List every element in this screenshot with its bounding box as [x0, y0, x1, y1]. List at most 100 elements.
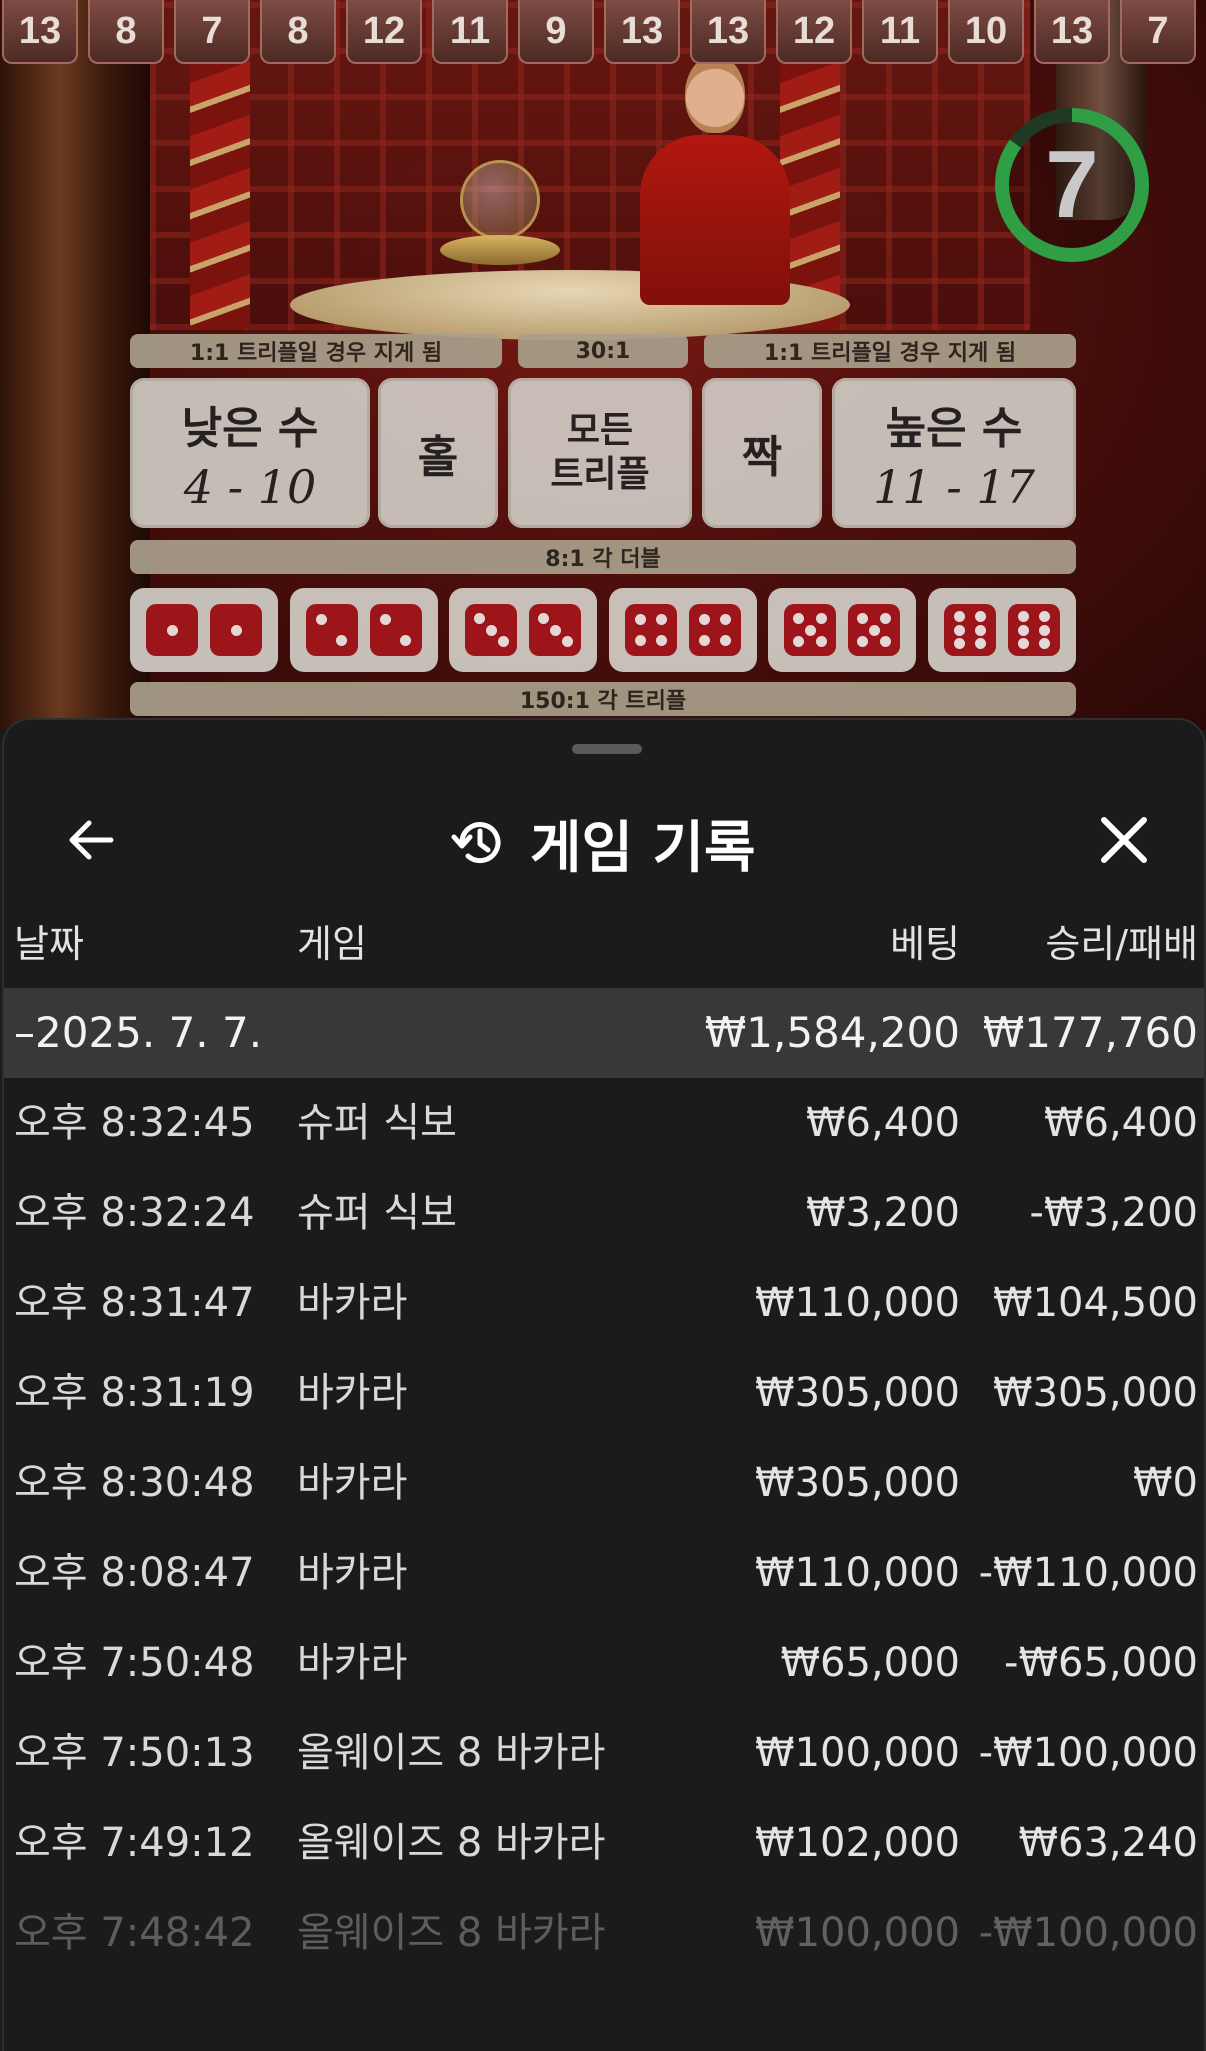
countdown-timer: 7 [992, 105, 1152, 265]
history-result-tile: 9 [518, 0, 594, 64]
row-win-loss: -₩110,000 [978, 1550, 1198, 1596]
row-bet: ₩110,000 [755, 1550, 960, 1596]
row-bet: ₩110,000 [755, 1280, 960, 1326]
row-game: 바카라 [297, 1550, 408, 1596]
history-result-tile: 11 [432, 0, 508, 64]
row-win-loss: ₩0 [1133, 1460, 1198, 1506]
die-face-6-icon [1008, 604, 1060, 656]
sheet-title-group: 게임 기록 [450, 798, 756, 888]
row-time: 오후 8:32:45 [14, 1100, 255, 1146]
payout-triples: 150:1 각 트리플 [130, 682, 1076, 716]
row-win-loss: ₩63,240 [1018, 1820, 1198, 1866]
die-face-5-icon [784, 604, 837, 656]
sheet-title: 게임 기록 [530, 815, 756, 881]
date-group-label: –2025. 7. 7. [14, 1008, 263, 1057]
payout-doubles: 8:1 각 더블 [130, 540, 1076, 574]
history-result-tile: 13 [604, 0, 680, 64]
history-result-tile: 13 [1034, 0, 1110, 64]
close-icon [1101, 817, 1147, 863]
die-face-3-icon [465, 604, 518, 656]
history-result-tile: 7 [1120, 0, 1196, 64]
dice-shaker [440, 120, 560, 280]
table-row[interactable]: 오후 7:50:48 바카라 ₩65,000 -₩65,000 [4, 1618, 1204, 1708]
history-result-tile: 11 [862, 0, 938, 64]
bet-high-range: 11 - 17 [873, 460, 1035, 514]
row-game: 바카라 [297, 1280, 408, 1326]
bet-double-4[interactable] [608, 588, 757, 672]
row-time: 오후 7:49:12 [14, 1820, 255, 1866]
bet-even-label: 짝 [741, 432, 783, 483]
history-result-tile: 10 [948, 0, 1024, 64]
bet-odd-label: 홀 [417, 432, 459, 483]
sheet-header: 게임 기록 [4, 760, 1204, 910]
row-game: 바카라 [297, 1370, 408, 1416]
history-rows: 오후 8:32:45 슈퍼 식보 ₩6,400 ₩6,400 오후 8:32:24 슈퍼 … [4, 1078, 1204, 1978]
table-row[interactable]: 오후 8:32:45 슈퍼 식보 ₩6,400 ₩6,400 [4, 1078, 1204, 1168]
history-table: 날짜 게임 베팅 승리/패배 –2025. 7. 7. ₩1,584,200 ₩… [4, 900, 1204, 1978]
bet-any-triple[interactable]: 모든 트리플 [508, 378, 692, 528]
history-result-tile: 8 [88, 0, 164, 64]
bet-any-triple-line2: 트리플 [550, 454, 650, 495]
table-row[interactable]: 오후 8:32:24 슈퍼 식보 ₩3,200 -₩3,200 [4, 1168, 1204, 1258]
bet-low-range: 4 - 10 [183, 460, 317, 514]
bet-double-2[interactable] [289, 588, 438, 672]
die-face-2-icon [369, 604, 422, 656]
bet-even[interactable]: 짝 [702, 378, 822, 528]
die-face-5-icon [848, 604, 901, 656]
table-row[interactable]: 오후 8:30:48 바카라 ₩305,000 ₩0 [4, 1438, 1204, 1528]
bet-any-triple-line1: 모든 [566, 410, 634, 451]
date-group-row[interactable]: –2025. 7. 7. ₩1,584,200 ₩177,760 [4, 988, 1204, 1078]
row-bet: ₩100,000 [755, 1910, 960, 1956]
bet-double-6[interactable] [928, 588, 1076, 672]
bet-double-5[interactable] [768, 588, 917, 672]
row-time: 오후 8:32:24 [14, 1190, 255, 1236]
die-face-1-icon [210, 604, 262, 656]
date-group-win-total: ₩177,760 [982, 1008, 1198, 1057]
row-win-loss: ₩305,000 [993, 1370, 1198, 1416]
table-row[interactable]: 오후 8:31:19 바카라 ₩305,000 ₩305,000 [4, 1348, 1204, 1438]
column-header-bet: 베팅 [890, 922, 960, 966]
row-bet: ₩65,000 [780, 1640, 960, 1686]
history-clock-icon [451, 822, 501, 864]
die-face-6-icon [944, 604, 996, 656]
column-header-game: 게임 [297, 922, 367, 966]
row-win-loss: -₩100,000 [978, 1730, 1198, 1776]
row-game: 올웨이즈 8 바카라 [297, 1910, 606, 1956]
row-time: 오후 7:48:42 [14, 1910, 255, 1956]
drag-handle[interactable] [572, 744, 642, 754]
table-row[interactable]: 오후 7:48:42 올웨이즈 8 바카라 ₩100,000 -₩100,000 [4, 1888, 1204, 1978]
bet-odd[interactable]: 홀 [378, 378, 498, 528]
payout-note-low: 1:1 트리플일 경우 지게 됨 [130, 334, 502, 368]
row-time: 오후 8:30:48 [14, 1460, 255, 1506]
history-result-tile: 12 [346, 0, 422, 64]
row-win-loss: ₩6,400 [1043, 1100, 1198, 1146]
row-win-loss: ₩104,500 [993, 1280, 1198, 1326]
row-time: 오후 8:08:47 [14, 1550, 255, 1596]
bet-high[interactable]: 높은 수 11 - 17 [832, 378, 1076, 528]
curtain-left [0, 0, 150, 730]
back-button[interactable] [50, 800, 130, 880]
results-history-strip: 13 8 7 8 12 11 9 13 13 12 11 10 13 7 [0, 0, 1206, 66]
die-face-4-icon [688, 604, 741, 656]
bet-double-3[interactable] [449, 588, 598, 672]
row-bet: ₩305,000 [755, 1370, 960, 1416]
table-row[interactable]: 오후 8:08:47 바카라 ₩110,000 -₩110,000 [4, 1528, 1204, 1618]
die-face-1-icon [146, 604, 198, 656]
close-button[interactable] [1084, 800, 1164, 880]
live-game-view: 13 8 7 8 12 11 9 13 13 12 11 10 13 7 7 1:1 트리플일 경우 지게… [0, 0, 1206, 730]
row-time: 오후 7:50:48 [14, 1640, 255, 1686]
row-time: 오후 8:31:19 [14, 1370, 255, 1416]
table-header: 날짜 게임 베팅 승리/패배 [4, 900, 1204, 988]
row-game: 올웨이즈 8 바카라 [297, 1820, 606, 1866]
game-history-sheet: 게임 기록 날짜 게임 베팅 승리/패배 –2025. 7. 7. ₩1,584… [2, 718, 1206, 2051]
die-face-2-icon [305, 604, 358, 656]
bet-double-1[interactable] [130, 588, 278, 672]
table-row[interactable]: 오후 7:50:13 올웨이즈 8 바카라 ₩100,000 -₩100,000 [4, 1708, 1204, 1798]
row-win-loss: -₩3,200 [1029, 1190, 1199, 1236]
timer-value: 7 [1045, 131, 1099, 238]
die-face-4-icon [624, 604, 677, 656]
bet-low[interactable]: 낮은 수 4 - 10 [130, 378, 370, 528]
bet-high-label: 높은 수 [885, 403, 1023, 454]
table-row[interactable]: 오후 7:49:12 올웨이즈 8 바카라 ₩102,000 ₩63,240 [4, 1798, 1204, 1888]
table-row[interactable]: 오후 8:31:47 바카라 ₩110,000 ₩104,500 [4, 1258, 1204, 1348]
